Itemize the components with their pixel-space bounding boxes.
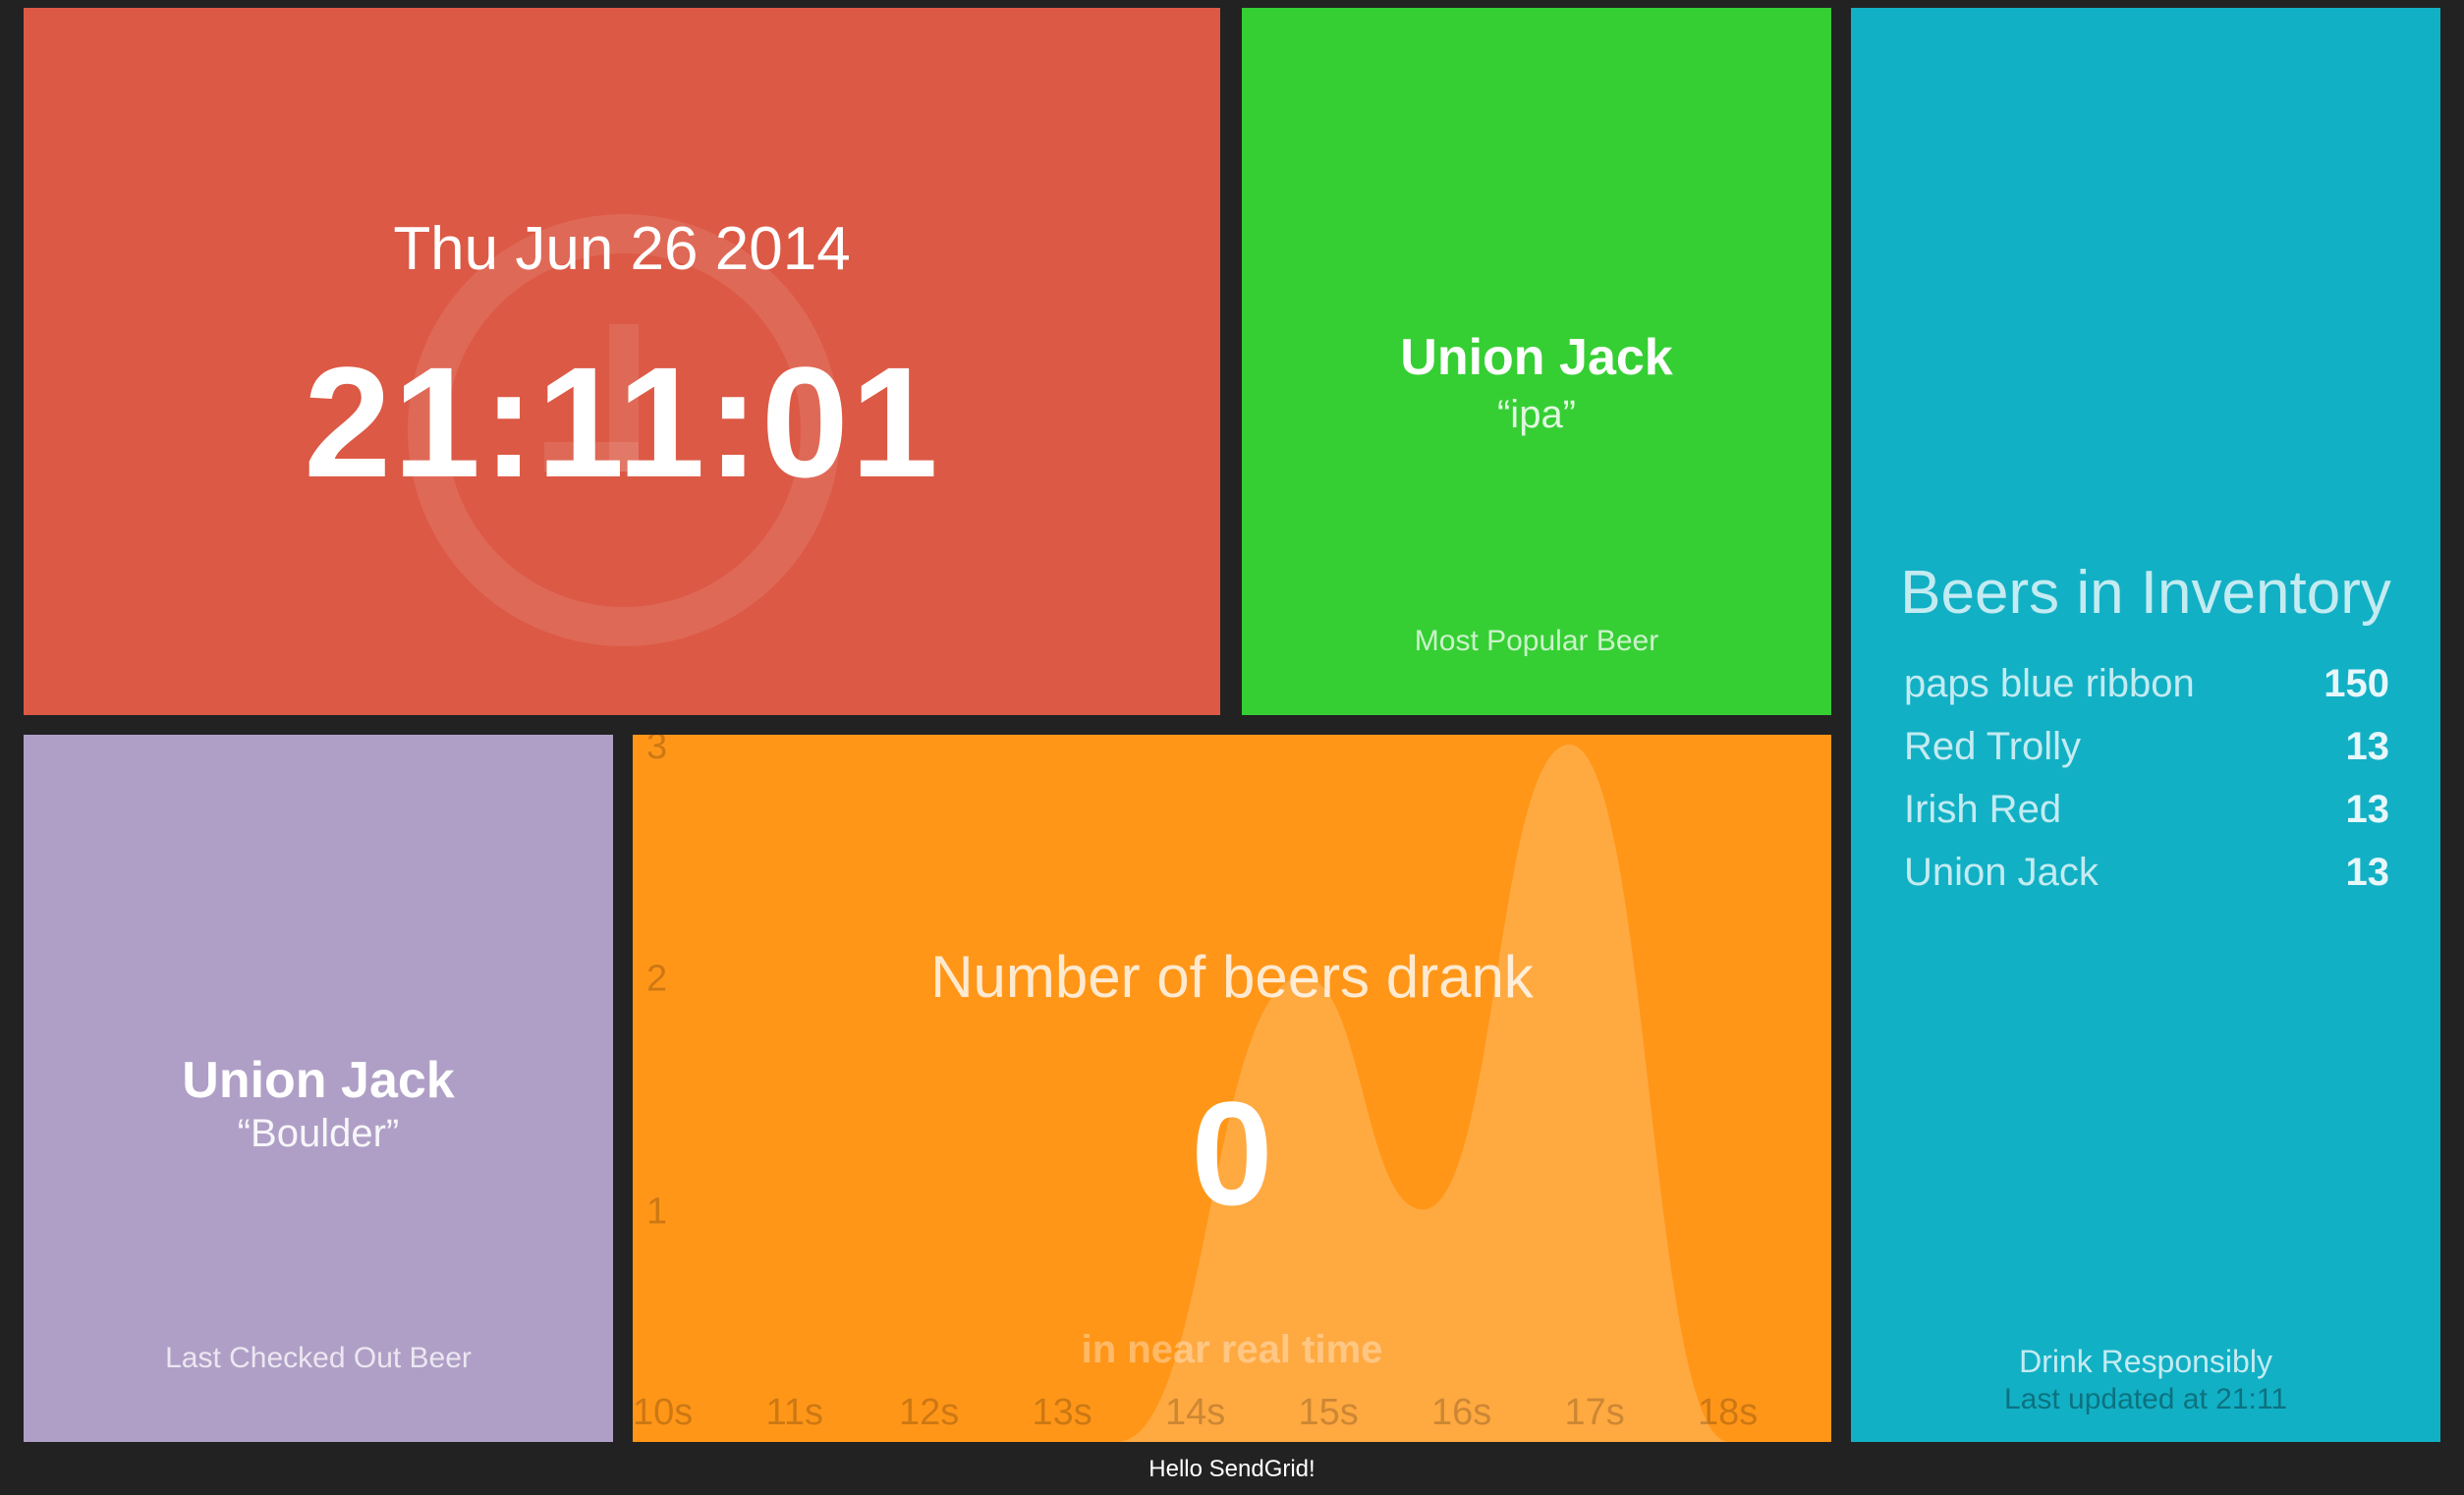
last-out-beer-name: Union Jack [182, 1052, 455, 1109]
clock-time: 21:11:01 [304, 334, 940, 510]
y-tick-label: 3 [646, 735, 667, 767]
popular-beer-caption: Most Popular Beer [1414, 625, 1659, 657]
last-checked-out-widget: Union Jack “Boulder” Last Checked Out Be… [24, 735, 613, 1442]
inventory-list: paps blue ribbon 150 Red Trolly 13 Irish… [1904, 652, 2389, 904]
footer-text: Hello SendGrid! [1148, 1456, 1316, 1482]
last-out-caption: Last Checked Out Beer [165, 1342, 472, 1374]
x-tick-label: 16s [1431, 1392, 1491, 1433]
clock-widget: Thu Jun 26 2014 21:11:01 [24, 8, 1220, 715]
most-popular-beer-widget: Union Jack “ipa” Most Popular Beer [1242, 8, 1831, 715]
graph-more-info: in near real time [1081, 1328, 1383, 1371]
inventory-item-value: 150 [2324, 662, 2389, 705]
inventory-item-value: 13 [2345, 851, 2390, 894]
x-tick-label: 11s [766, 1392, 823, 1433]
graph-title: Number of beers drank [930, 944, 1534, 1010]
x-tick-label: 15s [1299, 1392, 1359, 1433]
list-item: paps blue ribbon 150 [1904, 652, 2389, 715]
beers-drank-graph-widget: 1 2 3 10s 11s 12s 13s 14s 15s 16s 17s 18s Number of… [633, 735, 1831, 1442]
x-tick-label: 18s [1698, 1392, 1758, 1433]
clock-date: Thu Jun 26 2014 [393, 215, 851, 283]
inventory-updated-at: Last updated at 21:11 [2003, 1383, 2288, 1415]
inventory-item-value: 13 [2345, 788, 2390, 831]
inventory-item-value: 13 [2345, 725, 2390, 768]
x-tick-label: 17s [1565, 1392, 1625, 1433]
inventory-widget: Beers in Inventory paps blue ribbon 150 … [1851, 8, 2440, 1442]
list-item: Red Trolly 13 [1904, 715, 2389, 778]
x-tick-label: 13s [1033, 1392, 1092, 1433]
list-item: Union Jack 13 [1904, 841, 2389, 904]
x-tick-label: 14s [1165, 1392, 1225, 1433]
x-tick-label: 12s [899, 1392, 959, 1433]
inventory-item-label: Union Jack [1904, 851, 2099, 894]
graph-current-value: 0 [1191, 1071, 1273, 1236]
popular-beer-style: “ipa” [1496, 393, 1577, 436]
last-out-beer-style: “Boulder” [237, 1112, 400, 1155]
inventory-item-label: Red Trolly [1904, 725, 2082, 768]
inventory-item-label: Irish Red [1904, 788, 2062, 831]
x-tick-label: 10s [633, 1392, 693, 1433]
inventory-title: Beers in Inventory [1900, 559, 2391, 627]
inventory-more-info: Drink Responsibly [2019, 1344, 2272, 1379]
list-item: Irish Red 13 [1904, 778, 2389, 841]
inventory-item-label: paps blue ribbon [1904, 662, 2195, 705]
popular-beer-name: Union Jack [1400, 329, 1673, 386]
